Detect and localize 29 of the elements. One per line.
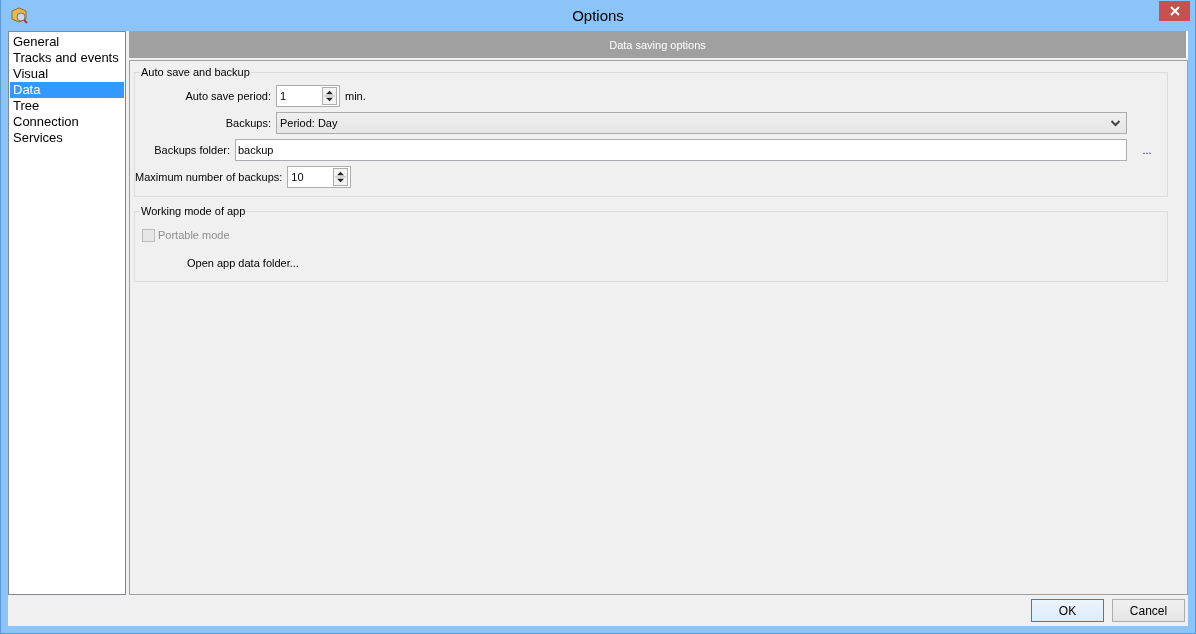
spin-arrows-icon[interactable]	[322, 87, 337, 105]
chevron-down-icon	[1111, 119, 1120, 127]
section-header: Data saving options	[129, 31, 1188, 58]
folder-input-field[interactable]: backup	[235, 139, 1127, 161]
dialog-button[interactable]: Cancel	[1112, 599, 1185, 622]
field-label: Backups folder:	[153, 144, 231, 156]
checkbox-label: Portable mode	[158, 229, 230, 241]
group-title: Working mode of app	[140, 205, 247, 217]
sidebar-item[interactable]: Connection	[10, 114, 124, 130]
unit-label: min.	[345, 90, 366, 102]
sidebar-item[interactable]: Services	[10, 130, 124, 146]
group-title: Auto save and backup	[140, 66, 251, 78]
backups-dropdown[interactable]: Period: Day	[276, 112, 1127, 134]
close-icon[interactable]	[1159, 0, 1190, 21]
spin-arrows-icon[interactable]	[333, 168, 349, 186]
open-folder-link[interactable]: Open app data folder...	[187, 257, 299, 269]
field-label: Backups:	[224, 117, 272, 129]
spin-field[interactable]: 10	[287, 166, 352, 188]
window-title: Options	[572, 7, 624, 24]
app-icon	[10, 6, 28, 24]
dialog-button[interactable]: OK	[1031, 599, 1104, 622]
sidebar-item[interactable]: General	[10, 34, 124, 50]
sidebar-item[interactable]: Tree	[10, 98, 124, 114]
browse-button[interactable]: ...	[1127, 144, 1167, 156]
sidebar-item[interactable]: Tracks and events	[10, 50, 124, 66]
sidebar-item[interactable]: Visual	[10, 66, 124, 82]
field-label: Maximum number of backups:	[135, 171, 284, 183]
field-label: Auto save period:	[184, 90, 272, 102]
spin-field[interactable]: 1	[276, 85, 340, 107]
